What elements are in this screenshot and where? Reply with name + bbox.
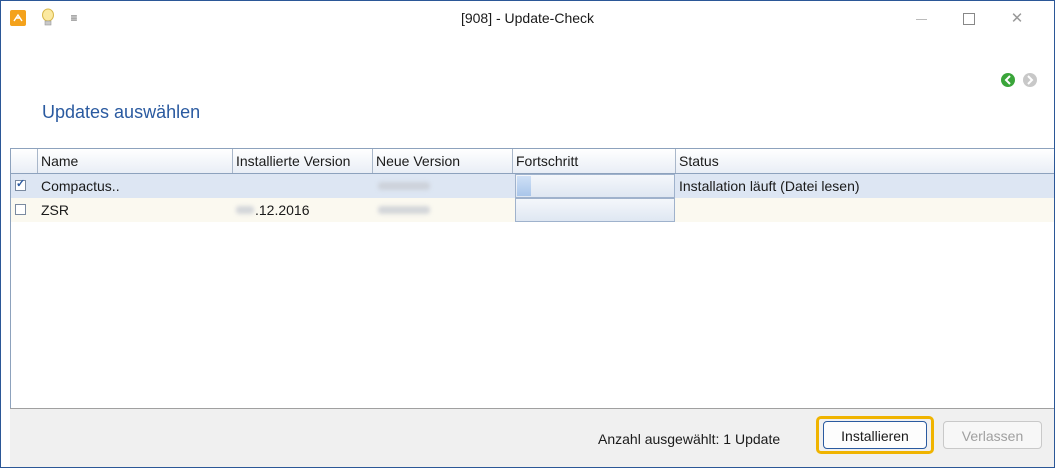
footer-bar: Anzahl ausgewählt: 1 Update Installieren… — [10, 408, 1054, 467]
cell-name: ZSR — [41, 202, 69, 218]
row-checkbox[interactable] — [15, 177, 26, 191]
column-header-name[interactable]: Name — [38, 149, 233, 173]
forward-arrow-icon[interactable] — [1023, 73, 1037, 87]
cell-name: Compactus.. — [41, 178, 120, 194]
selected-count-label: Anzahl ausgewählt: 1 Update — [598, 431, 781, 447]
close-button[interactable]: ✕ — [994, 5, 1040, 33]
column-header-status[interactable]: Status — [676, 149, 1054, 173]
cell-status: Installation läuft (Datei lesen) — [679, 178, 860, 194]
cell-installed-version: .12.2016 — [255, 202, 310, 218]
leave-button[interactable]: Verlassen — [943, 421, 1042, 449]
progress-fill — [517, 176, 531, 196]
progress-bar — [515, 174, 675, 198]
title-bar: ≡ [908] - Update-Check ✕ — [1, 1, 1054, 35]
blurred-new-version — [378, 206, 430, 214]
page-title: Updates auswählen — [42, 102, 201, 122]
minimize-button[interactable] — [898, 5, 944, 33]
maximize-button[interactable] — [946, 5, 992, 33]
header-checkbox-column — [11, 149, 38, 173]
update-check-window: ≡ [908] - Update-Check ✕ Updates auswähl… — [0, 0, 1055, 468]
table-row[interactable]: Compactus.. Installation läuft (Datei le… — [11, 174, 1054, 198]
back-arrow-icon[interactable] — [1001, 73, 1015, 87]
progress-bar — [515, 198, 675, 222]
table-row[interactable]: ZSR .12.2016 — [11, 198, 1054, 222]
blurred-installed-version — [236, 206, 254, 214]
updates-table: Name Installierte Version Neue Version F… — [10, 148, 1054, 409]
row-checkbox[interactable] — [15, 204, 26, 215]
maximize-icon — [963, 13, 975, 26]
column-header-new-version[interactable]: Neue Version — [373, 149, 513, 173]
window-title: [908] - Update-Check — [460, 10, 595, 26]
blurred-new-version — [378, 182, 430, 190]
table-header: Name Installierte Version Neue Version F… — [11, 149, 1054, 174]
column-header-installed-version[interactable]: Installierte Version — [233, 149, 373, 173]
install-button[interactable]: Installieren — [823, 421, 927, 449]
column-header-progress[interactable]: Fortschritt — [513, 149, 676, 173]
minimize-icon — [915, 18, 927, 20]
